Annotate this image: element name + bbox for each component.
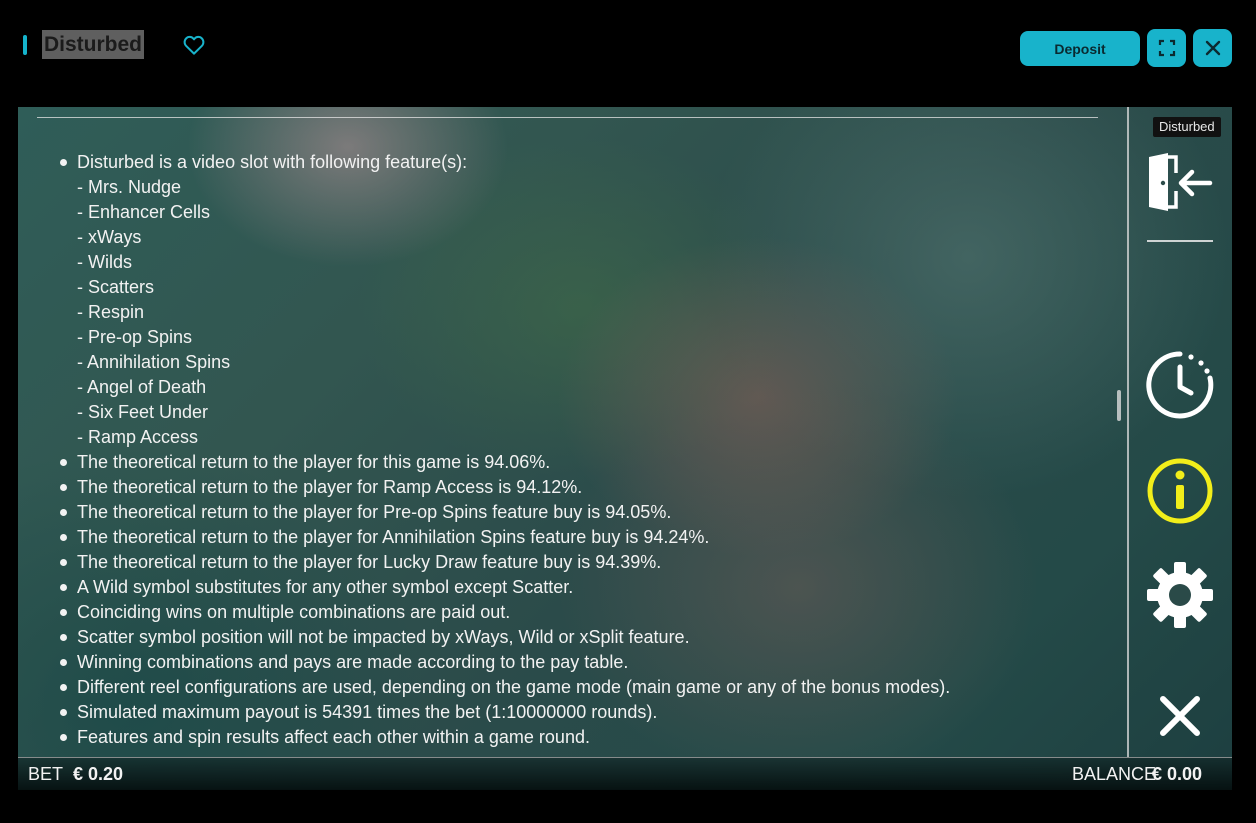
- feature-item: - xWays: [77, 227, 142, 247]
- top-bar: Disturbed Deposit: [0, 0, 1256, 100]
- rule-item: Different reel configurations are used, …: [60, 675, 1107, 700]
- bet-label: BET: [28, 764, 64, 784]
- feature-item: - Angel of Death: [77, 377, 207, 397]
- rules-intro: Disturbed is a video slot with following…: [60, 150, 1107, 175]
- rule-item: Scatter symbol position will not be impa…: [60, 625, 1107, 650]
- rule-item: The theoretical return to the player for…: [60, 475, 1107, 500]
- close-x-icon[interactable]: [1158, 694, 1202, 738]
- feature-item: - Mrs. Nudge: [77, 177, 182, 197]
- game-title: Disturbed: [42, 30, 145, 59]
- feature-item: - Respin: [77, 302, 145, 322]
- fullscreen-icon: [1158, 39, 1175, 57]
- bottom-bar: BET € 0.20 BALANCE € 0.00: [18, 757, 1232, 790]
- top-divider: [37, 117, 1098, 118]
- rule-item: The theoretical return to the player for…: [60, 525, 1107, 550]
- fullscreen-button[interactable]: [1147, 29, 1186, 67]
- bet-value: € 0.20: [73, 764, 124, 784]
- side-divider: [1147, 240, 1213, 242]
- title-accent-bar: [23, 35, 27, 55]
- rule-item: A Wild symbol substitutes for any other …: [60, 575, 1107, 600]
- heart-outline-icon[interactable]: [183, 35, 205, 55]
- rule-item: The theoretical return to the player for…: [60, 450, 1107, 475]
- scrollbar-thumb[interactable]: [1117, 390, 1121, 421]
- history-clock-icon[interactable]: [1146, 351, 1214, 419]
- rule-item: Simulated maximum payout is 54391 times …: [60, 700, 1107, 725]
- game-frame: Disturbed is a video slot with following…: [18, 107, 1232, 790]
- rule-item: Coinciding wins on multiple combinations…: [60, 600, 1107, 625]
- close-icon: [1205, 40, 1220, 56]
- exit-door-icon[interactable]: [1146, 153, 1214, 213]
- rule-item: Winning combinations and pays are made a…: [60, 650, 1107, 675]
- rule-item: Features and spin results affect each ot…: [60, 725, 1107, 750]
- feature-item: - Enhancer Cells: [77, 202, 211, 222]
- feature-item: - Annihilation Spins: [77, 352, 231, 372]
- feature-item: - Pre-op Spins: [77, 327, 193, 347]
- rules-panel[interactable]: Disturbed is a video slot with following…: [18, 107, 1126, 757]
- info-icon[interactable]: [1146, 457, 1214, 525]
- feature-item: - Six Feet Under: [77, 402, 209, 422]
- feature-item: - Wilds: [77, 252, 132, 272]
- feature-item: - Scatters: [77, 277, 155, 297]
- rule-item: The theoretical return to the player for…: [60, 500, 1107, 525]
- deposit-button[interactable]: Deposit: [1020, 31, 1140, 66]
- rules-list: Disturbed is a video slot with following…: [60, 150, 1107, 750]
- gear-icon[interactable]: [1146, 561, 1214, 629]
- rule-item: The theoretical return to the player for…: [60, 550, 1107, 575]
- side-tooltip: Disturbed: [1153, 117, 1221, 137]
- balance-value: € 0.00: [1152, 764, 1203, 784]
- close-window-button[interactable]: [1193, 29, 1232, 67]
- feature-item: - Ramp Access: [77, 427, 199, 447]
- balance-label: BALANCE: [1072, 764, 1157, 784]
